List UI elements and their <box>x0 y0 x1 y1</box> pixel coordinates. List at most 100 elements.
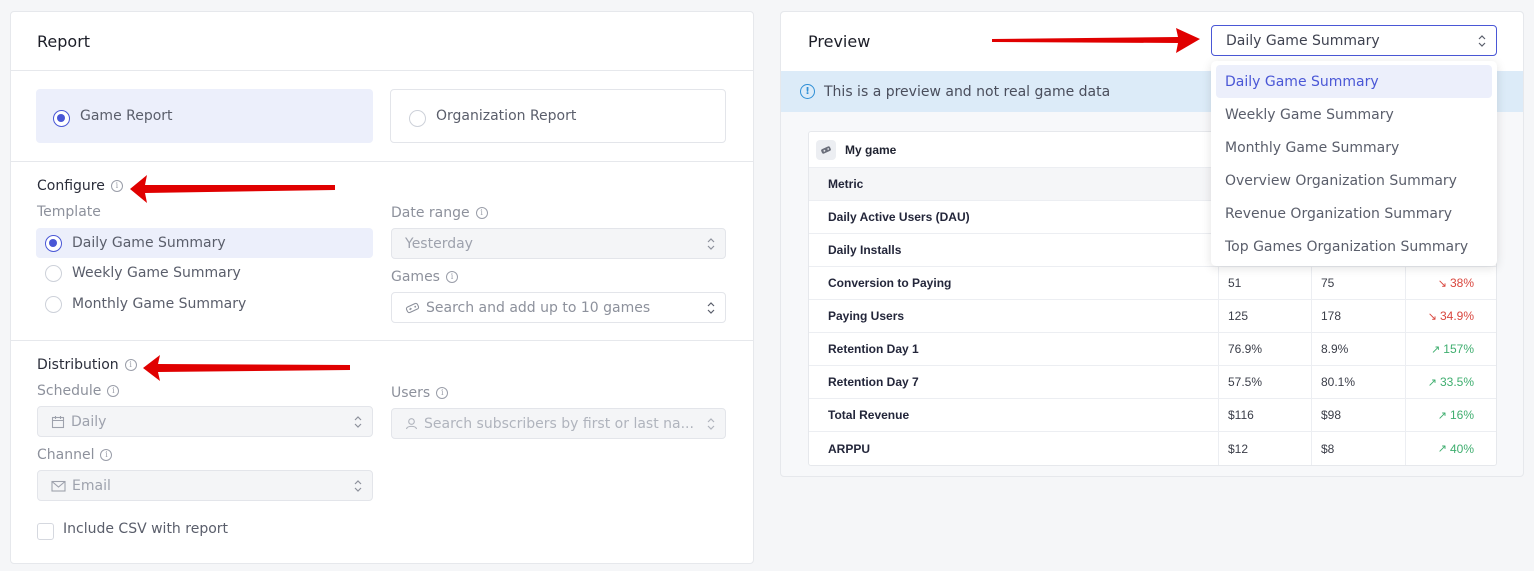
change-value: 34.9% <box>1439 309 1474 323</box>
games-search-select[interactable]: Search and add up to 10 games <box>391 292 726 323</box>
report-settings-panel: Report Game Report Organization Report C… <box>10 11 754 564</box>
report-type-selector: Game Report Organization Report <box>11 71 753 162</box>
trend-up-icon: ↗ <box>1431 343 1441 356</box>
games-label: Games i <box>391 269 458 285</box>
dropdown-option[interactable]: Monthly Game Summary <box>1216 131 1492 164</box>
users-search-select[interactable]: Search subscribers by first or last na..… <box>391 408 726 439</box>
info-icon[interactable]: i <box>445 271 458 283</box>
change-value: 33.5% <box>1439 375 1474 389</box>
metric-cell: Retention Day 7 <box>809 366 1219 398</box>
configure-title: Configure i <box>37 178 123 194</box>
table-row: Conversion to Paying 51 75 ↘ 38% <box>809 267 1496 300</box>
channel-select[interactable]: Email <box>37 470 373 501</box>
radio-checked-icon <box>53 109 70 127</box>
report-panel-title: Report <box>11 12 753 71</box>
trend-down-icon: ↘ <box>1427 310 1437 323</box>
configure-title-text: Configure <box>37 178 105 194</box>
preview-template-value: Daily Game Summary <box>1226 32 1380 49</box>
radio-unchecked-icon <box>409 109 426 127</box>
current-value-cell: 125 <box>1219 300 1312 332</box>
metric-cell: Paying Users <box>809 300 1219 332</box>
organization-report-option[interactable]: Organization Report <box>390 89 726 143</box>
users-label: Users i <box>391 385 449 401</box>
table-row: Total Revenue $116 $98 ↗ 16% <box>809 399 1496 432</box>
trend-down-icon: ↘ <box>1437 277 1447 290</box>
template-dropdown-menu: Daily Game Summary Weekly Game Summary Mon… <box>1211 61 1497 266</box>
preview-template-select[interactable]: Daily Game Summary <box>1211 25 1497 56</box>
previous-value-cell: $8 <box>1312 432 1406 465</box>
chevron-updown-icon <box>707 418 715 430</box>
chevron-updown-icon <box>707 238 715 250</box>
dropdown-option[interactable]: Weekly Game Summary <box>1216 98 1492 131</box>
table-row: Paying Users 125 178 ↘ 34.9% <box>809 300 1496 333</box>
games-search-placeholder: Search and add up to 10 games <box>426 299 651 316</box>
configure-section: Configure i Template Daily Game Summary … <box>11 162 753 341</box>
chevron-updown-icon <box>1478 35 1486 47</box>
date-range-label-text: Date range <box>391 205 470 221</box>
distribution-title: Distribution i <box>37 357 137 373</box>
table-row: Retention Day 7 57.5% 80.1% ↗ 33.5% <box>809 366 1496 399</box>
metric-cell: Daily Installs <box>809 234 1219 266</box>
metric-cell: Conversion to Paying <box>809 267 1219 299</box>
trend-up-icon: ↗ <box>1437 443 1447 455</box>
current-value-cell: 51 <box>1219 267 1312 299</box>
change-cell: ↗ 16% <box>1406 399 1496 431</box>
schedule-label-text: Schedule <box>37 383 102 399</box>
radio-checked-icon <box>45 234 62 252</box>
dropdown-option[interactable]: Overview Organization Summary <box>1216 164 1492 197</box>
preview-banner-text: This is a preview and not real game data <box>824 83 1111 100</box>
change-cell: ↘ 38% <box>1406 267 1496 299</box>
date-range-select[interactable]: Yesterday <box>391 228 726 259</box>
date-range-label: Date range i <box>391 205 488 221</box>
games-label-text: Games <box>391 269 440 285</box>
gamepad-icon <box>816 139 836 160</box>
info-icon[interactable]: i <box>107 385 120 397</box>
template-option-label: Weekly Game Summary <box>72 265 241 281</box>
users-label-text: Users <box>391 385 431 401</box>
dropdown-option[interactable]: Daily Game Summary <box>1216 65 1492 98</box>
info-icon[interactable]: i <box>124 359 137 371</box>
current-value-cell: $116 <box>1219 399 1312 431</box>
change-value: 157% <box>1443 342 1474 356</box>
channel-value: Email <box>72 477 111 494</box>
calendar-icon <box>51 415 65 429</box>
template-option-monthly[interactable]: Monthly Game Summary <box>36 289 373 319</box>
schedule-select[interactable]: Daily <box>37 406 373 437</box>
dropdown-option[interactable]: Revenue Organization Summary <box>1216 197 1492 230</box>
chevron-updown-icon <box>707 302 715 314</box>
info-icon[interactable]: i <box>475 207 488 219</box>
table-row: ARPPU $12 $8 ↗ 40% <box>809 432 1496 465</box>
dropdown-option[interactable]: Top Games Organization Summary <box>1216 230 1492 263</box>
radio-unchecked-icon <box>45 264 62 282</box>
schedule-label: Schedule i <box>37 383 120 399</box>
change-cell: ↘ 34.9% <box>1406 300 1496 332</box>
trend-up-icon: ↗ <box>1437 409 1447 422</box>
game-report-option[interactable]: Game Report <box>36 89 373 143</box>
current-value-cell: 76.9% <box>1219 333 1312 365</box>
game-report-label: Game Report <box>80 108 173 124</box>
metric-cell: Total Revenue <box>809 399 1219 431</box>
gamepad-icon <box>405 302 420 314</box>
info-icon[interactable]: i <box>110 180 123 192</box>
distribution-section: Distribution i Schedule i Daily Users i … <box>11 341 753 564</box>
current-value-cell: 57.5% <box>1219 366 1312 398</box>
previous-value-cell: 178 <box>1312 300 1406 332</box>
include-csv-label: Include CSV with report <box>63 521 229 537</box>
change-cell: ↗ 33.5% <box>1406 366 1496 398</box>
header-metric: Metric <box>809 168 1219 200</box>
include-csv-checkbox[interactable] <box>37 523 54 540</box>
trend-up-icon: ↗ <box>1427 376 1437 389</box>
info-icon[interactable]: i <box>436 387 449 399</box>
change-value: 38% <box>1449 276 1474 290</box>
info-icon[interactable]: i <box>100 449 113 461</box>
channel-label-text: Channel <box>37 447 95 463</box>
previous-value-cell: 80.1% <box>1312 366 1406 398</box>
template-option-label: Monthly Game Summary <box>72 296 247 312</box>
change-cell: ↗ 40% <box>1406 432 1496 465</box>
template-option-weekly[interactable]: Weekly Game Summary <box>36 258 373 288</box>
template-option-daily[interactable]: Daily Game Summary <box>36 228 373 258</box>
date-range-value: Yesterday <box>405 235 473 252</box>
metric-cell: ARPPU <box>809 432 1219 465</box>
metric-cell: Daily Active Users (DAU) <box>809 201 1219 233</box>
change-value: 40% <box>1449 441 1474 456</box>
